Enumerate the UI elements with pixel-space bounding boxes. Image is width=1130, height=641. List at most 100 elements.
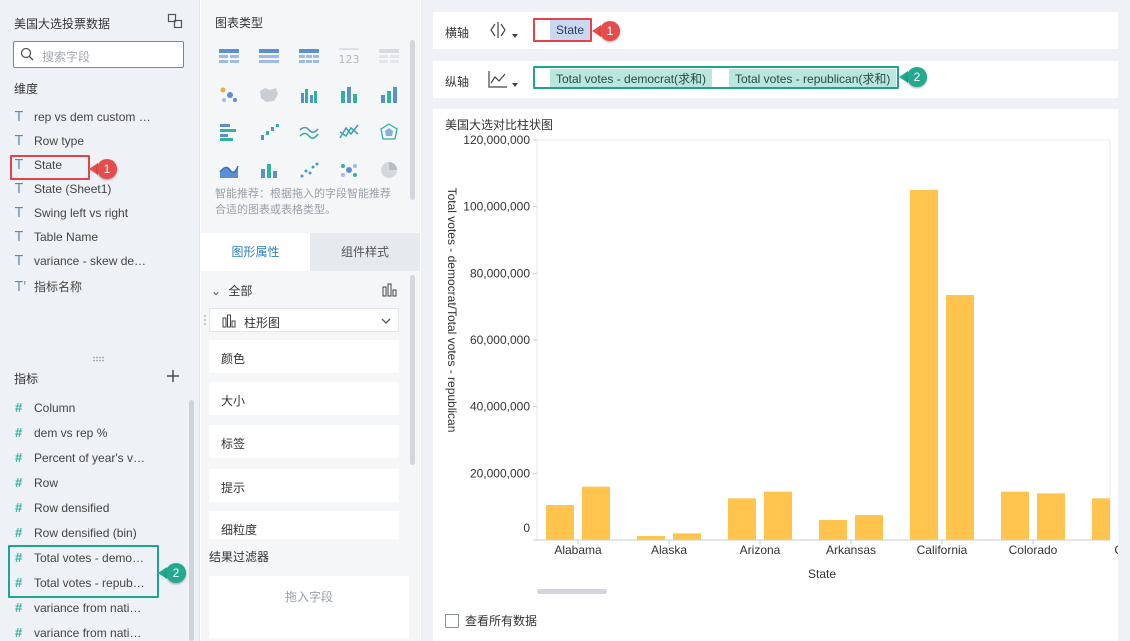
kpi-number-icon[interactable]: 123 — [338, 47, 360, 67]
text-type-icon: T — [15, 206, 23, 221]
number-type-icon: # — [15, 425, 23, 440]
dimension-field[interactable]: T Row type — [15, 134, 185, 154]
measure-field[interactable]: # variance from nati… — [15, 625, 185, 641]
svg-text:123: 123 — [339, 53, 360, 66]
x-tick-label: Colorado — [1009, 543, 1058, 557]
bar — [637, 536, 665, 540]
bar — [673, 533, 701, 540]
measure-field[interactable]: # Row densified (bin) — [15, 525, 185, 545]
search-field-input[interactable]: 搜索字段 — [13, 41, 184, 68]
bar-chart-type-icon[interactable] — [381, 282, 397, 298]
properties-scrollbar[interactable] — [410, 275, 415, 465]
caret-down-icon[interactable] — [512, 83, 518, 87]
all-series-toggle[interactable]: ⌄ 全部 — [211, 282, 252, 299]
line-chart-toggle-icon[interactable] — [487, 69, 509, 89]
grouped-table-icon[interactable] — [258, 47, 280, 67]
y-tick-label: 40,000,000 — [470, 400, 530, 414]
y-axis-title: Total votes - democrat/Total votes - rep… — [445, 188, 459, 433]
drop-field-hint: 拖入字段 — [284, 590, 333, 604]
add-measure-icon[interactable] — [166, 369, 180, 383]
dimension-field[interactable]: Trep vs dem custom … — [15, 110, 185, 130]
callout-badge-1: 1 — [592, 21, 622, 41]
property-label[interactable]: 标签 — [209, 425, 399, 458]
bar-chart-icon[interactable] — [338, 85, 360, 105]
bar — [1037, 493, 1065, 540]
measure-field[interactable]: # variance from nati… — [15, 600, 185, 620]
bar-chart[interactable]: 0 20,000,000 40,000,000 60,000,000 80,000,00… — [433, 109, 1118, 609]
bar — [1001, 491, 1029, 540]
bar — [546, 505, 574, 540]
y-pills-highlight — [533, 66, 899, 89]
stacked-bar-icon[interactable] — [378, 85, 400, 105]
chart-type-select[interactable]: 柱形图 — [209, 308, 399, 332]
dimension-field[interactable]: T State (Sheet1) — [15, 182, 185, 202]
dimension-field[interactable]: T Table Name — [15, 230, 185, 250]
y-tick-label: 20,000,000 — [470, 466, 530, 480]
line-chart-icon[interactable] — [298, 122, 320, 142]
x-axis-label: 横轴 — [445, 26, 470, 40]
tab-graphic-properties[interactable]: 图形属性 — [201, 233, 310, 271]
panel-resize-handle[interactable] — [92, 356, 106, 362]
caret-down-icon[interactable] — [512, 34, 518, 38]
bar-line-combo-icon[interactable] — [258, 160, 280, 180]
horizontal-bar-icon[interactable] — [218, 122, 240, 142]
result-filter-title: 结果过滤器 — [209, 550, 270, 564]
x-tick-label: Cor — [1114, 543, 1118, 557]
bar — [819, 520, 847, 540]
bar — [1092, 498, 1110, 540]
radar-chart-icon[interactable] — [378, 122, 400, 142]
chevron-down-icon: ⌄ — [211, 284, 222, 298]
number-type-icon: # — [15, 400, 23, 415]
text-type-icon: T' — [15, 280, 27, 295]
field-panel: 美国大选投票数据 搜索字段 维度 Trep vs dem custom … TR… — [0, 0, 200, 641]
y-tick-label: 100,000,000 — [463, 200, 530, 214]
measures-label: 指标 — [14, 372, 39, 386]
detail-table-icon[interactable] — [298, 47, 320, 67]
bubble-chart-icon[interactable] — [338, 160, 360, 180]
property-color[interactable]: 颜色 — [209, 340, 399, 373]
text-type-icon: T — [15, 254, 23, 269]
list-table-icon[interactable] — [378, 47, 400, 67]
property-tooltip[interactable]: 提示 — [209, 469, 399, 502]
plot-frame — [536, 139, 1111, 541]
y-tick-label: 60,000,000 — [470, 333, 530, 347]
drag-handle-icon[interactable] — [203, 314, 207, 326]
measure-field[interactable]: # Row — [15, 475, 185, 495]
dimension-field[interactable]: T' 指标名称 — [15, 278, 185, 298]
dimensions-label: 维度 — [14, 82, 39, 96]
dimension-field[interactable]: Tvariance - skew de… — [15, 254, 185, 274]
swap-axis-icon[interactable] — [487, 20, 509, 40]
pie-chart-icon[interactable] — [378, 160, 400, 180]
result-filter-dropzone[interactable]: 拖入字段 — [209, 576, 409, 638]
multi-series-bar-icon[interactable] — [298, 85, 320, 105]
scatter-chart-icon[interactable] — [298, 160, 320, 180]
point-map-icon[interactable] — [218, 85, 240, 105]
property-granularity[interactable]: 细粒度 — [209, 511, 399, 539]
bar — [582, 486, 610, 540]
cross-table-icon[interactable] — [218, 47, 240, 67]
dimension-field[interactable]: T Swing left vs right — [15, 206, 185, 226]
search-placeholder: 搜索字段 — [42, 50, 91, 64]
tab-component-style[interactable]: 组件样式 — [310, 233, 420, 271]
measure-field[interactable]: # Percent of year's v… — [15, 450, 185, 470]
region-map-icon[interactable] — [258, 85, 280, 105]
property-size[interactable]: 大小 — [209, 382, 399, 415]
measure-field[interactable]: # Row densified — [15, 500, 185, 520]
view-all-data-checkbox[interactable]: 查看所有数据 — [445, 612, 537, 629]
field-list-scrollbar[interactable] — [189, 400, 194, 641]
chart-type-scrollbar[interactable] — [410, 40, 415, 200]
dataset-title: 美国大选投票数据 — [14, 17, 111, 31]
measure-field[interactable]: # dem vs rep % — [15, 425, 185, 445]
waterfall-chart-icon[interactable] — [258, 122, 280, 142]
x-axis-title: State — [808, 567, 836, 581]
area-chart-icon[interactable] — [218, 160, 240, 180]
area-line-chart-icon[interactable] — [338, 122, 360, 142]
state-field-highlight — [10, 155, 90, 180]
switch-dataset-icon[interactable] — [167, 13, 183, 29]
x-tick-label: Alabama — [554, 543, 602, 557]
text-type-icon: T — [15, 230, 23, 245]
number-type-icon: # — [15, 600, 23, 615]
x-pill-highlight — [533, 18, 592, 42]
chart-card: 0 20,000,000 40,000,000 60,000,000 80,000,00… — [433, 109, 1118, 641]
measure-field[interactable]: # Column — [15, 400, 185, 420]
